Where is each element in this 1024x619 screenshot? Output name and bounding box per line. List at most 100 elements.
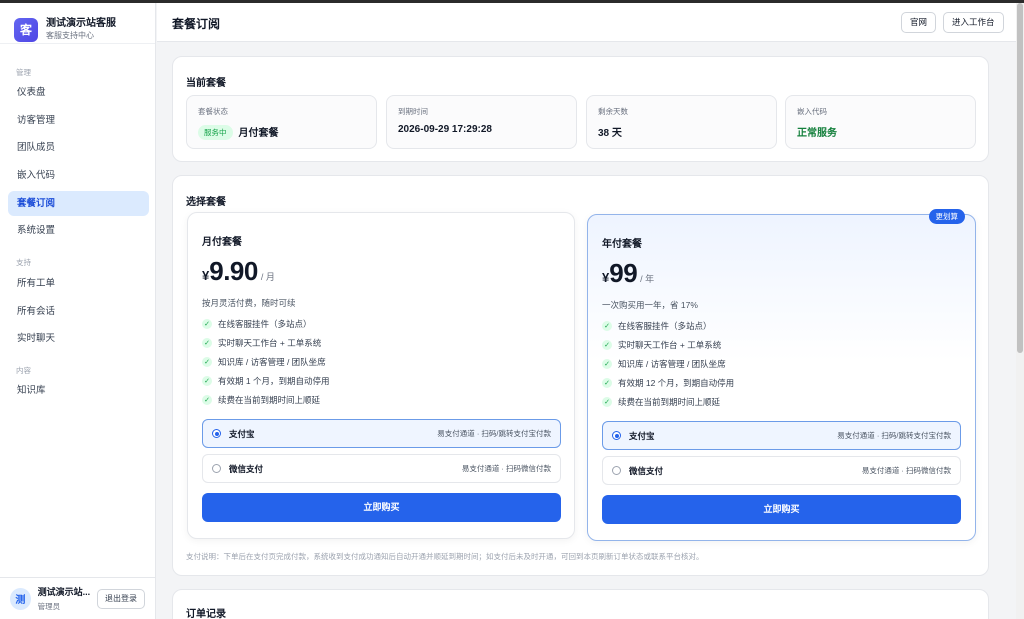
brand-name: 测试演示站客服 <box>46 18 116 29</box>
scrollbar-thumb[interactable] <box>1017 3 1023 353</box>
feature-item: ✓ 实时聊天工作台 + 工单系统 <box>202 333 329 352</box>
top-header: 套餐订阅 官网 进入工作台 <box>157 3 1016 42</box>
plan-card-monthly[interactable]: 月付套餐 ¥ 9.90 / 月 按月灵活付费，随时可续 ✓ 在线客服挂件（多站点）… <box>187 212 575 539</box>
payment-name: 微信支付 <box>629 465 664 476</box>
stat-label: 套餐状态 <box>198 107 228 116</box>
check-icon: ✓ <box>202 318 212 329</box>
current-plan-title: 当前套餐 <box>186 78 226 89</box>
best-value-ribbon: 更划算 <box>928 209 965 224</box>
avatar: 测 <box>10 587 31 610</box>
feature-item: ✓ 实时聊天工作台 + 工单系统 <box>602 335 734 354</box>
payment-option-alipay[interactable]: 支付宝 易支付通道 · 扫码/跳转支付宝付款 <box>602 421 961 450</box>
nav-section-manage: 管理 <box>16 68 31 77</box>
stat-value: 2026-09-29 17:29:28 <box>398 124 492 135</box>
radio-icon[interactable] <box>612 466 621 475</box>
payment-option-alipay[interactable]: 支付宝 易支付通道 · 扫码/跳转支付宝付款 <box>202 419 561 448</box>
price-value: 9.90 <box>209 256 258 286</box>
price-value: 99 <box>609 258 638 288</box>
sidebar-item-team[interactable]: 团队成员 <box>8 135 149 160</box>
enter-workspace-button[interactable]: 进入工作台 <box>943 12 1004 33</box>
check-icon: ✓ <box>202 394 212 405</box>
stat-label: 剩余天数 <box>598 107 628 116</box>
sidebar-item-tickets[interactable]: 所有工单 <box>8 271 149 296</box>
plan-card-yearly[interactable]: 更划算 年付套餐 ¥ 99 / 年 一次购买用一年，省 17% ✓ 在线客服挂件（… <box>587 209 976 541</box>
sidebar-divider <box>0 43 155 44</box>
payment-option-wechat[interactable]: 微信支付 易支付通道 · 扫码微信付款 <box>602 456 961 485</box>
payment-note: 支付说明：下单后在支付页完成付款，系统收到支付成功通知后自动开通并顺延到期时间；… <box>186 552 704 561</box>
feature-text: 实时聊天工作台 + 工单系统 <box>218 337 322 348</box>
plan-price: ¥ 99 / 年 <box>602 258 654 289</box>
feature-list: ✓ 在线客服挂件（多站点） ✓ 实时聊天工作台 + 工单系统 ✓ 知识库 / 访客管理… <box>602 316 734 411</box>
feature-item: ✓ 续费在当前到期时间上顺延 <box>602 392 734 411</box>
radio-icon[interactable] <box>212 464 221 473</box>
feature-text: 在线客服挂件（多站点） <box>218 318 312 329</box>
check-icon: ✓ <box>202 375 212 386</box>
status-badge: 服务中 <box>198 125 233 140</box>
payment-name: 微信支付 <box>229 463 264 474</box>
feature-text: 有效期 1 个月，到期自动停用 <box>218 375 330 386</box>
stat-expiry: 到期时间 2026-09-29 17:29:28 <box>386 95 577 149</box>
feature-text: 有效期 12 个月，到期自动停用 <box>618 377 735 388</box>
sidebar-item-visitors[interactable]: 访客管理 <box>8 108 149 133</box>
feature-item: ✓ 在线客服挂件（多站点） <box>602 316 734 335</box>
radio-icon[interactable] <box>612 431 621 440</box>
plan-name: 年付套餐 <box>602 239 642 250</box>
sidebar-item-knowledge-base[interactable]: 知识库 <box>8 378 149 403</box>
price-unit: / 月 <box>260 272 275 282</box>
feature-text: 知识库 / 访客管理 / 团队坐席 <box>218 356 326 367</box>
payment-option-wechat[interactable]: 微信支付 易支付通道 · 扫码微信付款 <box>202 454 561 483</box>
sidebar-item-live-chat[interactable]: 实时聊天 <box>8 326 149 351</box>
sidebar-item-subscription[interactable]: 套餐订阅 <box>8 191 149 216</box>
choose-plan-title: 选择套餐 <box>186 197 226 208</box>
brand-text: 测试演示站客服 客服支持中心 <box>46 17 116 42</box>
radio-icon[interactable] <box>212 429 221 438</box>
price-unit: / 年 <box>640 274 655 284</box>
official-site-button[interactable]: 官网 <box>901 12 937 33</box>
sidebar-item-settings[interactable]: 系统设置 <box>8 218 149 243</box>
check-icon: ✓ <box>602 339 612 350</box>
stat-value: 服务中 月付套餐 <box>198 124 279 140</box>
nav-section-content: 内容 <box>16 366 31 375</box>
brand: 客 测试演示站客服 客服支持中心 <box>0 3 155 43</box>
logout-button[interactable]: 退出登录 <box>97 588 145 609</box>
current-plan-card: 当前套餐 套餐状态 服务中 月付套餐 到期时间 2026-09-29 17:29:… <box>172 56 989 162</box>
check-icon: ✓ <box>602 396 612 407</box>
sidebar-item-conversations[interactable]: 所有会话 <box>8 299 149 324</box>
payment-desc: 易支付通道 · 扫码/跳转支付宝付款 <box>437 429 551 438</box>
feature-text: 实时聊天工作台 + 工单系统 <box>618 339 722 350</box>
price-currency: ¥ <box>602 270 610 285</box>
buy-now-button-yearly[interactable]: 立即购买 <box>602 495 961 524</box>
feature-item: ✓ 续费在当前到期时间上顺延 <box>202 390 329 409</box>
feature-text: 知识库 / 访客管理 / 团队坐席 <box>618 358 726 369</box>
feature-text: 续费在当前到期时间上顺延 <box>618 396 721 407</box>
check-icon: ✓ <box>602 358 612 369</box>
sidebar-item-dashboard[interactable]: 仪表盘 <box>8 80 149 105</box>
order-records-title: 订单记录 <box>186 609 226 619</box>
stat-label: 到期时间 <box>398 107 428 116</box>
payment-name: 支付宝 <box>229 428 255 439</box>
stat-remaining-days: 剩余天数 38 天 <box>586 95 777 149</box>
feature-text: 续费在当前到期时间上顺延 <box>218 394 321 405</box>
user-name: 测试演示站... <box>37 587 91 597</box>
stat-embed-code: 嵌入代码 正常服务 <box>785 95 976 149</box>
stat-value: 38 天 <box>598 128 622 139</box>
sidebar: 客 测试演示站客服 客服支持中心 管理 仪表盘 访客管理 团队成员 嵌入代码 套… <box>0 3 156 619</box>
plan-description: 按月灵活付费，随时可续 <box>202 298 296 308</box>
page-title: 套餐订阅 <box>172 17 221 31</box>
feature-text: 在线客服挂件（多站点） <box>618 320 712 331</box>
payment-desc: 易支付通道 · 扫码微信付款 <box>861 466 951 475</box>
sidebar-item-embed[interactable]: 嵌入代码 <box>8 163 149 188</box>
check-icon: ✓ <box>202 356 212 367</box>
check-icon: ✓ <box>602 320 612 331</box>
stat-value: 正常服务 <box>797 128 837 139</box>
current-plan-name: 月付套餐 <box>238 128 279 139</box>
feature-item: ✓ 知识库 / 访客管理 / 团队坐席 <box>602 354 734 373</box>
stat-status: 套餐状态 服务中 月付套餐 <box>186 95 377 149</box>
feature-item: ✓ 有效期 1 个月，到期自动停用 <box>202 371 329 390</box>
user-panel: 测 测试演示站... 管理员 退出登录 <box>0 577 155 619</box>
plan-description: 一次购买用一年，省 17% <box>602 300 698 310</box>
feature-item: ✓ 在线客服挂件（多站点） <box>202 314 329 333</box>
scrollbar[interactable] <box>1016 3 1024 619</box>
buy-now-button-monthly[interactable]: 立即购买 <box>202 493 561 522</box>
brand-logo: 客 <box>14 17 38 42</box>
